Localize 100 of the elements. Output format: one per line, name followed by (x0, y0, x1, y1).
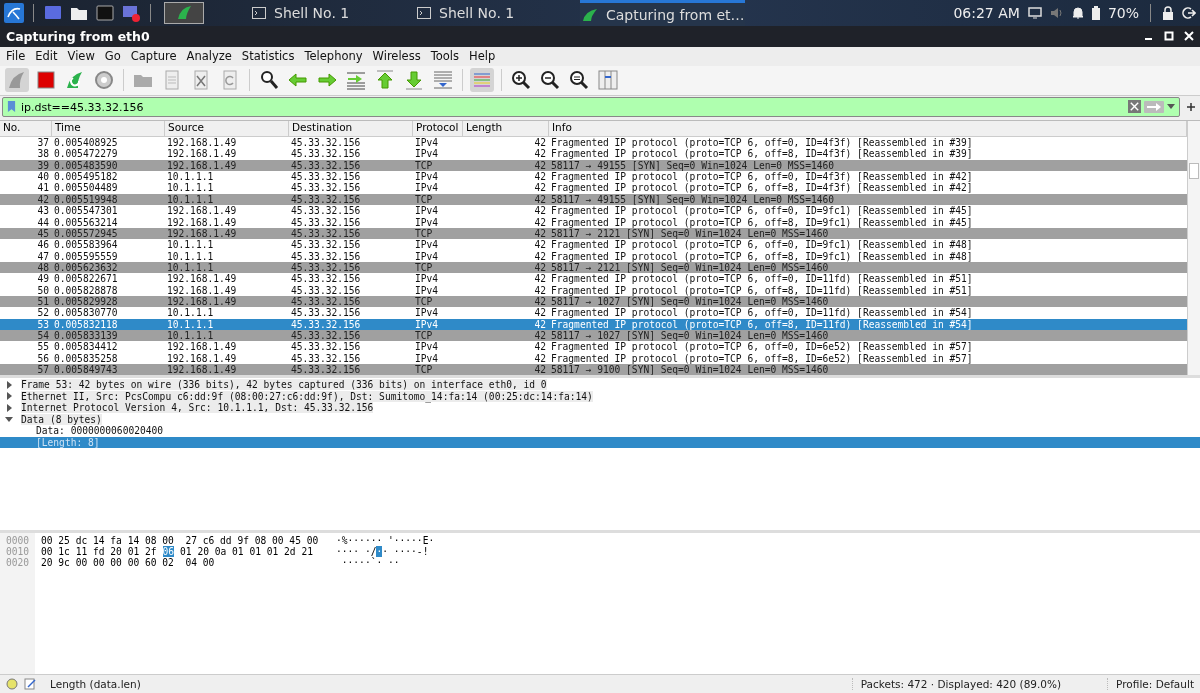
profile-label[interactable]: Profile: Default (1107, 678, 1194, 691)
table-cell-text: 45.33.32.156 (290, 284, 362, 296)
display-filter-field[interactable]: ip.dst==45.33.32.156 (2, 97, 1180, 118)
taskbar-task[interactable]: Shell No. 1 (250, 0, 415, 26)
table-cell-text: 53 (36, 318, 50, 330)
menu-item[interactable]: Go (104, 49, 121, 64)
scrollbar[interactable] (1187, 121, 1200, 376)
column-header[interactable]: Protocol (413, 121, 463, 137)
lock-icon[interactable] (1162, 6, 1174, 20)
column-header[interactable]: Time (52, 121, 165, 137)
add-filter-icon[interactable] (1186, 102, 1196, 113)
packet-row[interactable]: 43 0.005547301 192.168.1.49 45.33.32.156 IPv4 42 Fragmented IP protocol (proto=TCP 6, off=0, ID=9fc1) [Reassembled in #45] (0, 205, 1187, 217)
tree-item[interactable]: Data: 0000000060020400 (0, 425, 1200, 437)
battery-icon[interactable] (1091, 6, 1100, 20)
packet-row[interactable]: 51 0.005829928 192.168.1.49 45.33.32.156 TCP 42 58117 → 1027 [SYN] Seq=0 Win=1024 Len=0 MSS=1460 (0, 295, 1187, 308)
colorize-icon[interactable] (469, 67, 495, 94)
tree-item[interactable]: Data (8 bytes) (0, 413, 1200, 426)
hex-bytes[interactable]: 00 25 dc 14 fa 14 08 00 27 c6 dd 9f 08 00 45 00 (41, 534, 319, 546)
table-cell-text: IPv4 (414, 148, 440, 160)
table-cell-text: 10.1.1.1 (166, 307, 215, 319)
packet-row[interactable]: 55 0.005834412 192.168.1.49 45.33.32.156 IPv4 42 Fragmented IP protocol (proto=TCP 6, off=0, ID=6e52) [Reassembled in #57] (0, 341, 1187, 353)
table-cell-text: 45.33.32.156 (290, 216, 362, 228)
packet-row[interactable]: 50 0.005828878 192.168.1.49 45.33.32.156 IPv4 42 Fragmented IP protocol (proto=TCP 6, off=8, ID=11fd) [Reassembled in #51] (0, 284, 1187, 296)
maximize-icon[interactable] (1164, 31, 1174, 42)
dropdown-caret-icon[interactable] (1167, 103, 1175, 110)
ascii-bytes[interactable]: · ····-! (382, 545, 429, 557)
menu-item[interactable]: Tools (430, 49, 460, 64)
taskbar-task[interactable]: Shell No. 1 (415, 0, 580, 26)
packet-row[interactable]: 56 0.005835258 192.168.1.49 45.33.32.156 IPv4 42 Fragmented IP protocol (proto=TCP 6, off=8, ID=6e52) [Reassembled in #57] (0, 352, 1187, 364)
display-icon[interactable] (1027, 7, 1042, 19)
clear-icon[interactable] (1128, 100, 1141, 114)
packet-row[interactable]: 40 0.005495182 10.1.1.1 45.33.32.156 IPv4 42 Fragmented IP protocol (proto=TCP 6, off=0, ID=4f3f) [Reassembled in #42] (0, 171, 1187, 183)
column-header[interactable]: Destination (289, 121, 413, 137)
clock[interactable]: 06:27 AM (953, 5, 1020, 21)
menu-item[interactable]: Help (469, 49, 496, 64)
table-cell-text: 46 (36, 239, 50, 251)
menu-item[interactable]: View (67, 49, 95, 64)
edit-comment-icon[interactable] (24, 678, 36, 691)
packet-row[interactable]: 37 0.005408925 192.168.1.49 45.33.32.156 IPv4 42 Fragmented IP protocol (proto=TCP 6, off=0, ID=4f3f) [Reassembled in #39] (0, 137, 1187, 149)
packet-row[interactable]: 42 0.005519948 10.1.1.1 45.33.32.156 TCP 42 58117 → 49155 [SYN] Seq=0 Win=1024 Len=0 MSS=1460 (0, 193, 1187, 206)
terminal-icon[interactable] (95, 3, 115, 23)
menu-item[interactable]: Capture (130, 49, 177, 64)
tree-item[interactable]: Frame 53: 42 bytes on wire (336 bits), 42 bytes captured (336 bits) on interface eth0, id 0 (0, 379, 1200, 391)
packet-row[interactable]: 41 0.005504489 10.1.1.1 45.33.32.156 IPv4 42 Fragmented IP protocol (proto=TCP 6, off=8, ID=4f3f) [Reassembled in #42] (0, 182, 1187, 194)
packet-row[interactable]: 44 0.005563214 192.168.1.49 45.33.32.156 IPv4 42 Fragmented IP protocol (proto=TCP 6, off=8, ID=9fc1) [Reassembled in #45] (0, 216, 1187, 228)
ascii-bytes[interactable]: ·····`· ·· (336, 557, 400, 569)
packet-row[interactable]: 53 0.005832118 10.1.1.1 45.33.32.156 IPv4 42 Fragmented IP protocol (proto=TCP 6, off=8, ID=11fd) [Reassembled in #54] (0, 318, 1187, 330)
table-cell-text: IPv4 (414, 307, 440, 319)
menu-item[interactable]: Statistics (241, 49, 295, 64)
table-cell-text: IPv4 (414, 137, 440, 149)
hex-bytes[interactable]: 20 9c 00 00 00 00 60 02 04 00 (41, 557, 215, 569)
table-cell-text: 58117 → 2121 [SYN] Seq=0 Win=1024 Len=0 MSS=1460 (550, 227, 829, 240)
tree-item[interactable]: Ethernet II, Src: PcsCompu_c6:dd:9f (08:00:27:c6:dd:9f), Dst: Sumitomo_14:fa:14 (00:25:dc:14:fa:14) (0, 390, 1200, 403)
packet-row[interactable]: 45 0.005572945 192.168.1.49 45.33.32.156 TCP 42 58117 → 2121 [SYN] Seq=0 Win=1024 Len=0 MSS=1460 (0, 227, 1187, 240)
hex-bytes[interactable]: 06 (162, 545, 175, 557)
column-header[interactable]: Source (165, 121, 289, 137)
scrollbar-thumb[interactable] (1189, 163, 1199, 180)
table-cell-text: Fragmented IP protocol (proto=TCP 6, off=8, ID=9fc1) [Reassembled in #45] (550, 216, 974, 228)
tree-item[interactable]: Internet Protocol Version 4, Src: 10.1.1.1, Dst: 45.33.32.156 (0, 402, 1200, 414)
packet-row[interactable]: 57 0.005849743 192.168.1.49 45.33.32.156 TCP 42 58117 → 9100 [SYN] Seq=0 Win=1024 Len=0 MSS=1460 (0, 363, 1187, 376)
column-header[interactable]: No. (0, 121, 52, 137)
packet-row[interactable]: 46 0.005583964 10.1.1.1 45.33.32.156 IPv4 42 Fragmented IP protocol (proto=TCP 6, off=0, ID=9fc1) [Reassembled in #48] (0, 239, 1187, 251)
packet-row[interactable]: 47 0.005595559 10.1.1.1 45.33.32.156 IPv4 42 Fragmented IP protocol (proto=TCP 6, off=8, ID=9fc1) [Reassembled in #48] (0, 250, 1187, 262)
table-cell-text: 45.33.32.156 (290, 239, 362, 251)
packet-row[interactable]: 38 0.005472279 192.168.1.49 45.33.32.156 IPv4 42 Fragmented IP protocol (proto=TCP 6, off=8, ID=4f3f) [Reassembled in #39] (0, 148, 1187, 160)
table-cell-text: 42 (533, 159, 547, 172)
menu-item[interactable]: Edit (35, 49, 58, 64)
ascii-bytes[interactable]: ···· ·/ (336, 545, 377, 557)
volume-icon[interactable] (1049, 7, 1064, 19)
packet-row[interactable]: 48 0.005623632 10.1.1.1 45.33.32.156 TCP 42 58117 → 2121 [SYN] Seq=0 Win=1024 Len=0 MSS=1460 (0, 261, 1187, 274)
table-cell-text: 45.33.32.156 (290, 159, 362, 172)
status-indicator-icon[interactable] (6, 678, 18, 691)
hex-bytes[interactable]: 01 20 0a 01 01 01 2d 21 (180, 545, 313, 557)
close-icon[interactable] (1184, 31, 1194, 42)
menu-item[interactable]: Analyze (186, 49, 232, 64)
table-cell-text: 42 (533, 329, 547, 342)
taskbar-task[interactable]: Capturing from et… (580, 0, 745, 26)
ascii-bytes[interactable]: · (376, 545, 383, 557)
menu-item[interactable]: File (6, 49, 26, 64)
table-cell-text: 192.168.1.49 (166, 273, 238, 285)
table-cell-text: 40 (36, 171, 50, 183)
screen-recorder-icon[interactable] (121, 3, 141, 23)
packet-row[interactable]: 49 0.005822671 192.168.1.49 45.33.32.156 IPv4 42 Fragmented IP protocol (proto=TCP 6, off=0, ID=11fd) [Reassembled in #51] (0, 273, 1187, 285)
column-header[interactable]: Length (463, 121, 549, 137)
shark-fin-icon[interactable] (4, 67, 30, 94)
menu-item[interactable]: Telephony (304, 49, 363, 64)
ascii-bytes[interactable]: ·%······ '·····E· (336, 534, 435, 546)
packet-row[interactable]: 52 0.005830770 10.1.1.1 45.33.32.156 IPv4 42 Fragmented IP protocol (proto=TCP 6, off=0, ID=11fd) [Reassembled in #54] (0, 307, 1187, 319)
wireshark-launcher-icon[interactable] (164, 2, 204, 24)
kali-logo-icon[interactable] (4, 3, 24, 23)
packet-row[interactable]: 39 0.005483590 192.168.1.49 45.33.32.156 TCP 42 58117 → 49155 [SYN] Seq=0 Win=1024 Len=0 MSS=1460 (0, 159, 1187, 172)
bell-icon[interactable] (1071, 6, 1084, 20)
table-cell-text: 0.005829928 (53, 295, 119, 308)
logout-icon[interactable] (1182, 6, 1196, 20)
table-cell-text: 42 (533, 273, 547, 285)
menu-item[interactable]: Wireless (372, 49, 421, 64)
table-cell-text: Fragmented IP protocol (proto=TCP 6, off=8, ID=6e52) [Reassembled in #57] (550, 352, 974, 364)
hex-bytes[interactable]: 00 1c 11 fd 20 01 2f (41, 545, 157, 557)
table-cell-text: 51 (36, 295, 50, 308)
bookmark-icon[interactable] (7, 100, 16, 114)
